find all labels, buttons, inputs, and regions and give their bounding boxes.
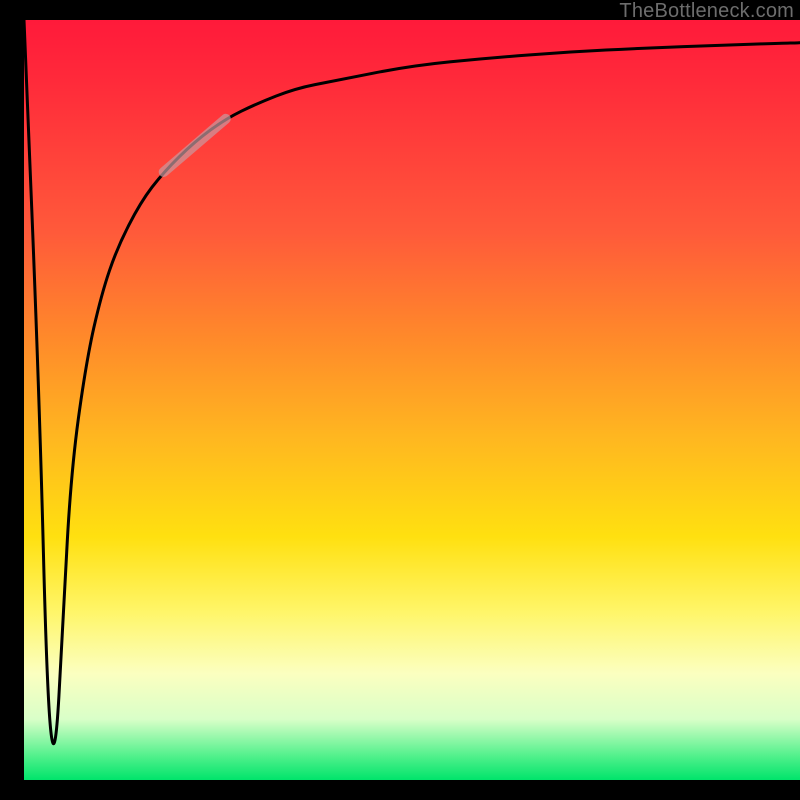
- plot-area: [24, 20, 800, 780]
- curve-highlight: [164, 119, 226, 172]
- chart-frame: TheBottleneck.com: [0, 0, 800, 800]
- curve-svg: [24, 20, 800, 780]
- bottleneck-curve: [24, 20, 800, 744]
